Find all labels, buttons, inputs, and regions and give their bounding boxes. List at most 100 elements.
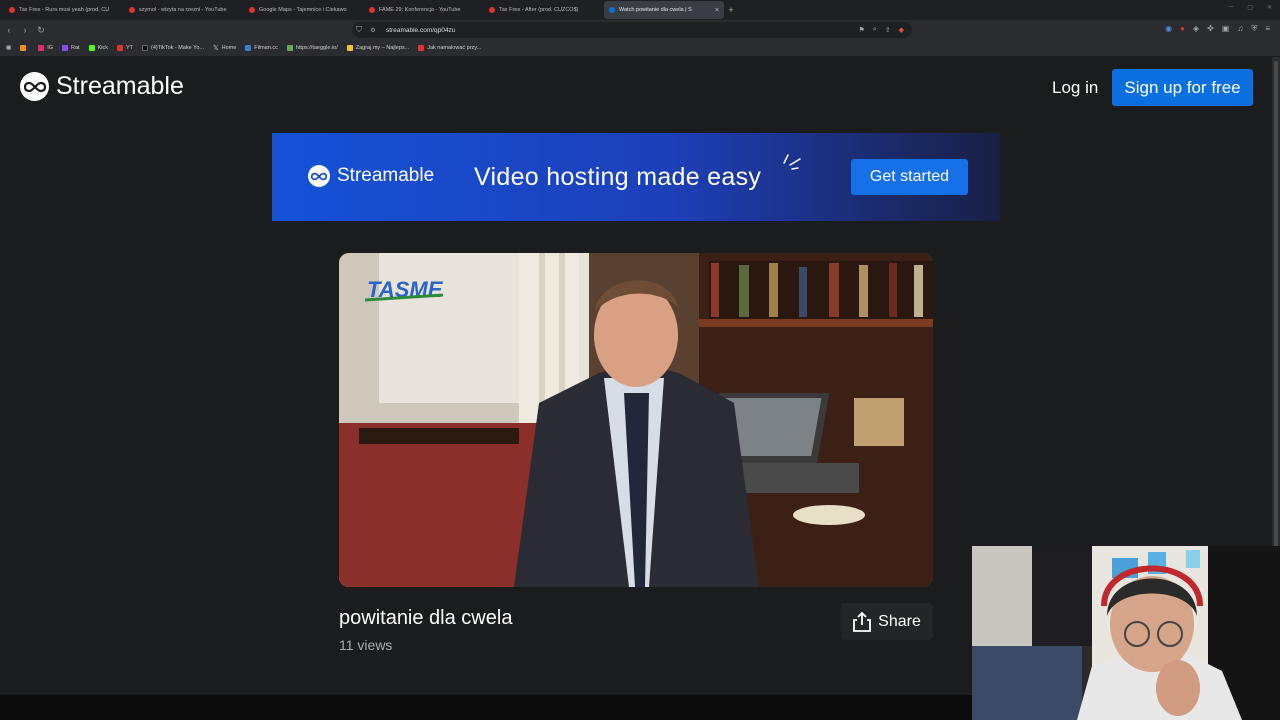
bookmark-label: Zagraj.my – Najleps... <box>355 45 410 51</box>
login-link[interactable]: Log in <box>1052 78 1098 98</box>
bookmark-item[interactable]: YT <box>116 45 133 51</box>
sparkle-icon <box>783 154 801 170</box>
bookmark-item[interactable]: 𝕏 Home <box>213 44 236 52</box>
close-window-icon[interactable]: ✕ <box>1267 4 1272 11</box>
youtube-favicon-icon <box>9 7 15 13</box>
get-started-button[interactable]: Get started <box>851 159 968 195</box>
bookmark-item[interactable]: (4)TikTok - Make Yo... <box>142 45 204 51</box>
streamable-logo-icon <box>308 165 330 187</box>
view-count: 11 views <box>339 637 393 653</box>
forward-icon[interactable]: › <box>18 25 32 35</box>
streamable-favicon-icon <box>609 7 615 13</box>
audio-icon[interactable]: ◉ <box>1165 24 1172 34</box>
video-player[interactable]: TASME <box>339 253 933 587</box>
vpn-icon[interactable]: ⛨ <box>1251 24 1257 34</box>
youtube-favicon-icon <box>489 7 495 13</box>
tab-title: Tax Free - Rura musi yeah (prod. CU <box>19 7 110 13</box>
banner-brand: Streamable <box>337 165 435 186</box>
video-frame: TASME <box>339 253 933 587</box>
youtube-icon <box>418 45 425 51</box>
translate-icon[interactable]: ⚑ <box>859 26 865 34</box>
back-icon[interactable]: ‹ <box>2 25 16 35</box>
site-info-icon[interactable]: ⚙ <box>366 27 380 34</box>
bookmark-label: Rat <box>71 45 80 51</box>
bookmark-icon[interactable]: ⛉ <box>352 25 366 35</box>
youtube-icon <box>116 45 123 51</box>
banner-logo: Streamable <box>308 165 434 187</box>
browser-tab[interactable]: szymol - wizyta na rzezni - YouTube <box>124 1 244 19</box>
bookmark-label: YT <box>125 45 133 51</box>
zagraj-icon <box>346 45 353 51</box>
browser-tab[interactable]: Tax Free - Rura musi yeah (prod. CU <box>4 1 124 19</box>
reload-icon[interactable]: ↻ <box>34 25 48 36</box>
bookmark-item[interactable]: Filman.cc <box>245 45 278 51</box>
video-title: powitanie dla cwela <box>339 607 513 629</box>
x-icon: 𝕏 <box>212 45 219 52</box>
youtube-favicon-icon <box>129 7 135 13</box>
streamable-logo-icon <box>20 72 49 101</box>
bookmark-item[interactable]: IG <box>38 45 53 51</box>
menu-icon[interactable]: ≡ <box>1265 24 1270 34</box>
streamable-logo[interactable]: Streamable <box>20 72 184 101</box>
bookmark-item[interactable]: Jak namalować przy... <box>418 45 481 51</box>
tiktok-icon <box>142 45 148 51</box>
bookmark-item[interactable]: Rat <box>62 45 80 51</box>
window-controls: ─ ▢ ✕ <box>1229 4 1272 11</box>
bookmark-label: (4)TikTok - Make Yo... <box>151 45 204 51</box>
filman-icon <box>245 45 252 51</box>
bookmarks-bar: ▦ IG Rat Kick YT (4)TikTok - Make Yo... … <box>0 40 1280 57</box>
brave-shield-icon[interactable]: ◆ <box>899 26 904 34</box>
instagram-icon <box>38 45 45 51</box>
bookmark-item[interactable]: Zagraj.my – Najleps... <box>346 45 410 51</box>
bookmark-label: Kick <box>97 45 108 51</box>
youtube-favicon-icon <box>249 7 255 13</box>
browser-tab[interactable]: Tax Free - After (prod. CUZCO$) <box>484 1 604 19</box>
zoom-icon[interactable]: ⌕ <box>873 26 877 34</box>
kick-icon <box>88 45 95 51</box>
share-label: Share <box>878 612 921 630</box>
apps-icon[interactable]: ▦ <box>6 45 11 51</box>
share-button[interactable]: Share <box>841 603 933 640</box>
share-icon <box>853 611 872 632</box>
extension-icon[interactable]: ◈ <box>1193 24 1199 34</box>
bookmark-favicon-icon <box>20 45 27 51</box>
webcam-overlay <box>972 546 1280 720</box>
youtube-favicon-icon <box>369 7 375 13</box>
browser-tab-active[interactable]: Watch powitanie dla cwela | S × <box>604 1 724 19</box>
tab-title: FAME 29: Konferencja - YouTube <box>379 7 461 13</box>
scrollbar-thumb[interactable] <box>1274 61 1278 621</box>
new-tab-button[interactable]: + <box>724 5 738 15</box>
twitch-icon <box>62 45 69 51</box>
signup-button[interactable]: Sign up for free <box>1112 69 1253 106</box>
sidebar-icon[interactable]: ▣ <box>1222 24 1230 34</box>
browser-tab[interactable]: FAME 29: Konferencja - YouTube <box>364 1 484 19</box>
promo-banner[interactable]: Streamable Video hosting made easy Get s… <box>272 133 1000 221</box>
banner-tagline: Video hosting made easy <box>474 163 762 191</box>
webcam-feed <box>972 546 1280 720</box>
tab-title: Google Maps - Tajemnice i Ciekawo <box>259 7 347 13</box>
tab-title: szymol - wizyta na rzezni - YouTube <box>139 7 227 13</box>
bookmark-label: https://taeggle.io/ <box>295 45 338 51</box>
brand-name: Streamable <box>56 72 184 100</box>
tab-title: Watch powitanie dla cwela | S <box>619 7 692 13</box>
bookmark-label: IG <box>47 45 54 51</box>
url-text[interactable]: streamable.com/qp04zu <box>386 27 455 34</box>
taeggle-icon <box>286 45 293 51</box>
puzzle-icon[interactable]: ✜ <box>1207 24 1214 34</box>
share-page-icon[interactable]: ⇪ <box>885 26 891 34</box>
extensions-area: ◉ ● ◈ ✜ ▣ ♫ ⛨ ≡ <box>1165 24 1270 34</box>
bookmark-item[interactable] <box>20 45 29 51</box>
bookmark-label: Filman.cc <box>254 45 278 51</box>
restore-icon[interactable]: ▢ <box>1247 4 1253 11</box>
minimize-icon[interactable]: ─ <box>1229 4 1233 11</box>
close-tab-icon[interactable]: × <box>715 7 719 14</box>
bookmark-label: Home <box>221 45 237 51</box>
music-icon[interactable]: ♫ <box>1237 24 1243 34</box>
bookmark-item[interactable]: https://taeggle.io/ <box>286 45 338 51</box>
address-bar[interactable]: ⛉ ⚙ streamable.com/qp04zu ⚑ ⌕ ⇪ ◆ <box>352 22 912 38</box>
bookmark-item[interactable]: Kick <box>88 45 108 51</box>
browser-tab[interactable]: Google Maps - Tajemnice i Ciekawo <box>244 1 364 19</box>
record-icon[interactable]: ● <box>1180 24 1185 34</box>
bookmark-label: Jak namalować przy... <box>427 45 482 51</box>
tab-title: Tax Free - After (prod. CUZCO$) <box>499 7 579 13</box>
